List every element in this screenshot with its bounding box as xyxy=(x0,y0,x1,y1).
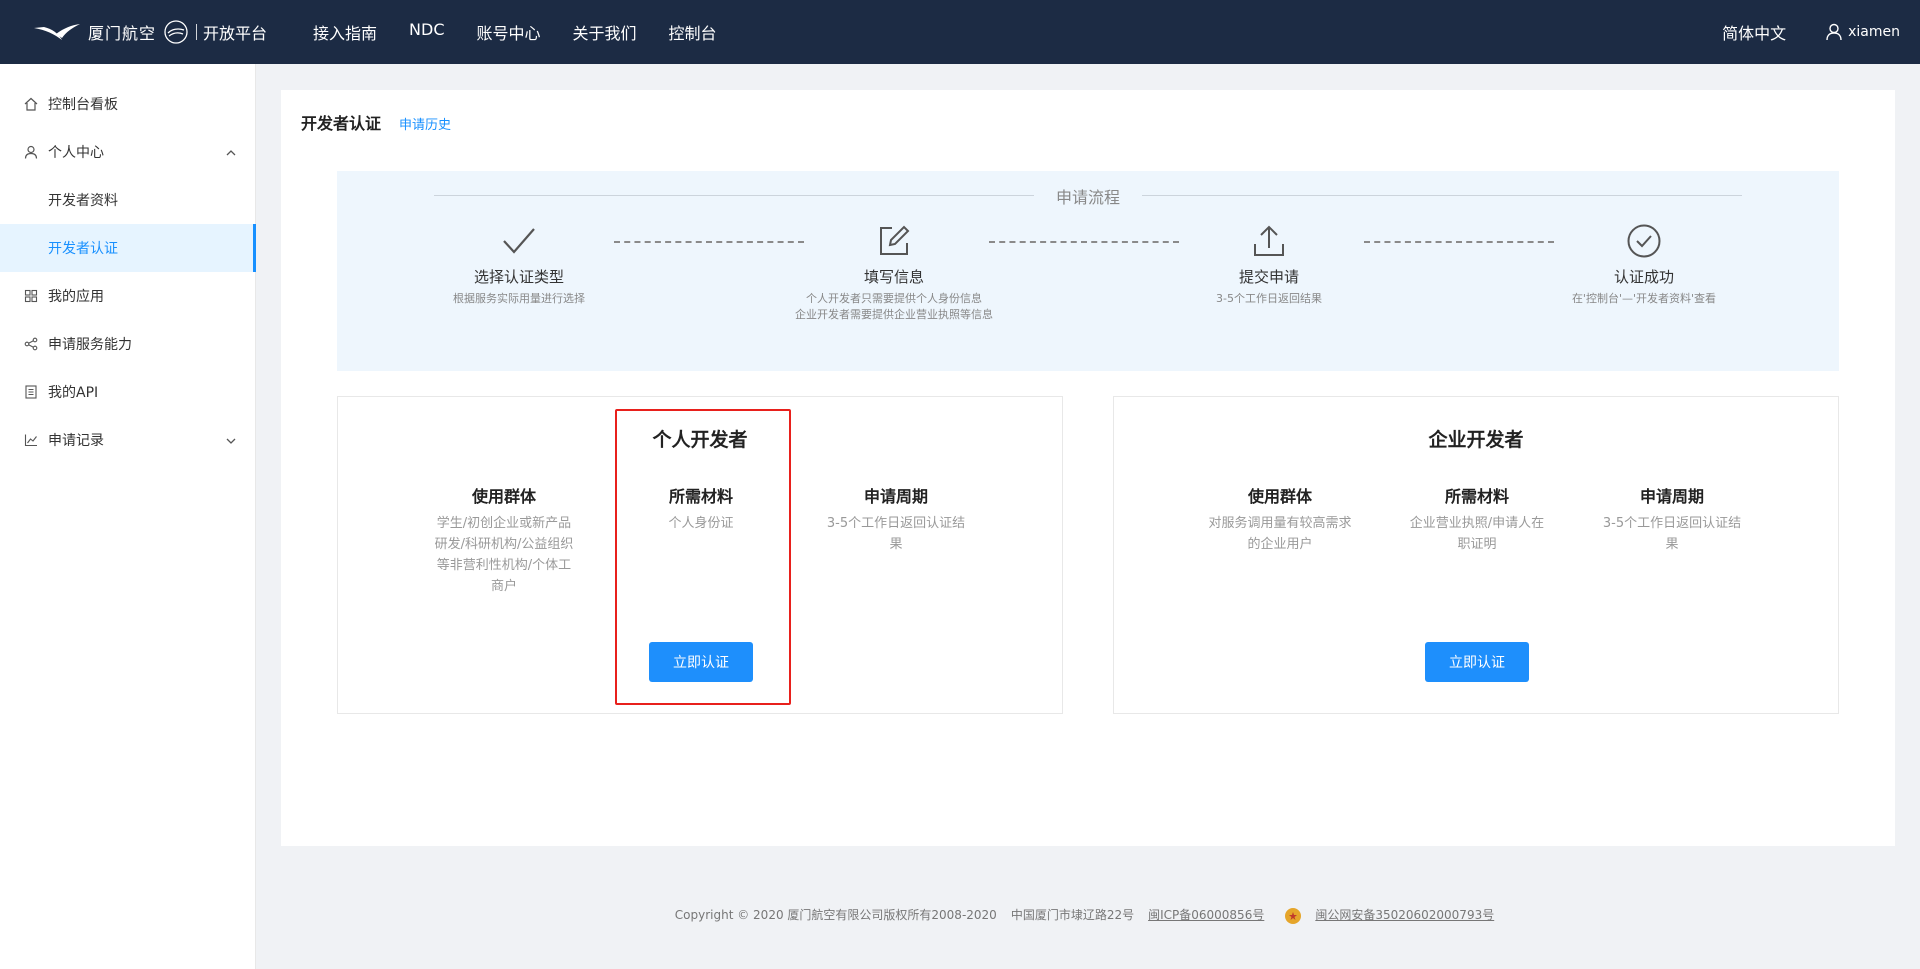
police-record[interactable]: 闽公网安备35020602000793号 xyxy=(1278,906,1501,924)
process-step-select-type: 选择认证类型 根据服务实际用量进行选择 xyxy=(389,221,649,307)
process-step-fill-info: 填写信息 个人开发者只需要提供个人身份信息 企业开发者需要提供企业营业执照等信息 xyxy=(764,221,1024,323)
chart-icon xyxy=(24,433,38,447)
required-materials-column: 所需材料 个人身份证 xyxy=(621,483,781,534)
check-circle-icon xyxy=(1514,221,1774,261)
application-period-column: 申请周期 3-5个工作日返回认证结 果 xyxy=(1592,483,1752,555)
step-name: 提交申请 xyxy=(1238,268,1299,286)
step-name: 认证成功 xyxy=(1613,268,1674,286)
application-history-link[interactable]: 申请历史 xyxy=(399,114,451,133)
main-panel: 开发者认证 申请历史 申请流程 选择认证类型 根据服务实际用量进行选择 填写信息… xyxy=(281,90,1895,846)
emblem-icon xyxy=(164,20,188,44)
card-title: 个人开发者 xyxy=(652,429,748,451)
column-value: 企业营业执照/申请人在 职证明 xyxy=(1409,516,1545,552)
sidebar-item-my-apps[interactable]: 我的应用 xyxy=(0,272,256,320)
police-badge-icon xyxy=(1285,907,1302,924)
enterprise-developer-card: 企业开发者 使用群体 对服务调用量有较高需求 的企业用户 所需材料 企业营业执照… xyxy=(1113,396,1839,714)
sidebar-item-my-api[interactable]: 我的API xyxy=(0,368,256,416)
sidebar-item-label: 个人中心 xyxy=(48,145,104,161)
column-header: 使用群体 xyxy=(1247,487,1312,506)
step-name: 填写信息 xyxy=(863,268,924,286)
page-header: 开发者认证 申请历史 xyxy=(301,110,451,134)
sidebar-item-label: 我的应用 xyxy=(48,289,104,305)
step-description: 根据服务实际用量进行选择 xyxy=(453,292,585,305)
page-title: 开发者认证 xyxy=(301,114,382,133)
sidebar-item-label: 我的API xyxy=(48,385,99,401)
column-header: 申请周期 xyxy=(1639,487,1704,506)
personal-certify-button[interactable]: 立即认证 xyxy=(649,642,753,682)
column-value: 3-5个工作日返回认证结 果 xyxy=(1602,516,1742,552)
nav-ndc[interactable]: NDC xyxy=(409,20,444,44)
share-icon xyxy=(24,337,38,351)
sidebar-item-dashboard[interactable]: 控制台看板 xyxy=(0,80,256,128)
column-header: 申请周期 xyxy=(863,487,928,506)
process-title: 申请流程 xyxy=(1055,188,1120,207)
column-header: 所需材料 xyxy=(1444,487,1509,506)
language-switch[interactable]: 简体中文 xyxy=(1722,20,1786,44)
user-group-column: 使用群体 学生/初创企业或新产品 研发/科研机构/公益组织 等非营利性机构/个体… xyxy=(424,483,584,597)
process-step-submit: 提交申请 3-5个工作日返回结果 xyxy=(1139,221,1399,307)
sidebar-item-developer-profile[interactable]: 开发者资料 xyxy=(0,176,256,224)
username: xiamen xyxy=(1848,24,1900,40)
logo[interactable]: 厦门航空 开放平台 xyxy=(32,0,267,64)
document-icon xyxy=(24,385,38,399)
user-menu[interactable]: xiamen xyxy=(1826,23,1900,41)
sidebar: 控制台看板 个人中心 开发者资料 开发者认证 我的应用 申请服务能力 我的API xyxy=(0,64,256,969)
top-header: 厦门航空 开放平台 接入指南 NDC 账号中心 关于我们 控制台 简体中文 xi… xyxy=(0,0,1920,64)
airline-logo-icon xyxy=(34,24,80,40)
logo-separator xyxy=(196,24,198,40)
enterprise-certify-button[interactable]: 立即认证 xyxy=(1425,642,1529,682)
step-description: 在'控制台'—'开发者资料'查看 xyxy=(1571,292,1717,305)
footer: Copyright © 2020 厦门航空有限公司版权所有2008-2020 中… xyxy=(256,906,1920,924)
copyright: Copyright © 2020 厦门航空有限公司版权所有2008-2020 xyxy=(674,908,997,923)
header-right: 简体中文 xiamen xyxy=(1722,0,1900,64)
nav-about-us[interactable]: 关于我们 xyxy=(573,20,637,44)
required-materials-column: 所需材料 企业营业执照/申请人在 职证明 xyxy=(1397,483,1557,555)
upload-icon xyxy=(1139,221,1399,261)
application-period-column: 申请周期 3-5个工作日返回认证结 果 xyxy=(816,483,976,555)
police-record-link[interactable]: 闽公网安备35020602000793号 xyxy=(1315,908,1494,922)
nav-access-guide[interactable]: 接入指南 xyxy=(313,20,377,44)
personal-developer-card: 个人开发者 使用群体 学生/初创企业或新产品 研发/科研机构/公益组织 等非营利… xyxy=(337,396,1063,714)
platform-name: 开放平台 xyxy=(203,24,268,43)
edit-icon xyxy=(764,221,1024,261)
sidebar-item-label: 控制台看板 xyxy=(48,97,118,113)
user-icon xyxy=(1826,23,1842,41)
step-name: 选择认证类型 xyxy=(473,268,564,286)
chevron-down-icon xyxy=(226,433,236,447)
sidebar-item-personal-center[interactable]: 个人中心 xyxy=(0,128,256,176)
user-group-column: 使用群体 对服务调用量有较高需求 的企业用户 xyxy=(1200,483,1360,555)
sidebar-item-label: 开发者资料 xyxy=(48,193,118,209)
process-step-success: 认证成功 在'控制台'—'开发者资料'查看 xyxy=(1514,221,1774,307)
column-header: 使用群体 xyxy=(471,487,536,506)
sidebar-item-application-records[interactable]: 申请记录 xyxy=(0,416,256,464)
logo-text: 厦门航空 xyxy=(88,24,157,43)
application-process: 申请流程 选择认证类型 根据服务实际用量进行选择 填写信息 个人开发者只需要提供… xyxy=(337,171,1839,371)
nav-account-center[interactable]: 账号中心 xyxy=(477,20,541,44)
sidebar-item-label: 开发者认证 xyxy=(48,241,118,257)
sidebar-item-label: 申请记录 xyxy=(48,433,104,449)
home-icon xyxy=(24,97,38,111)
column-value: 对服务调用量有较高需求 的企业用户 xyxy=(1208,516,1352,552)
step-description: 个人开发者只需要提供个人身份信息 企业开发者需要提供企业营业执照等信息 xyxy=(795,292,993,321)
check-icon xyxy=(389,221,649,261)
nav-console[interactable]: 控制台 xyxy=(669,20,717,44)
address: 中国厦门市埭辽路22号 xyxy=(1010,908,1135,923)
user-icon xyxy=(24,145,38,159)
main-nav: 接入指南 NDC 账号中心 关于我们 控制台 xyxy=(313,20,749,44)
icp-link[interactable]: 闽ICP备06000856号 xyxy=(1148,906,1264,923)
sidebar-item-developer-certification[interactable]: 开发者认证 xyxy=(0,224,256,272)
column-value: 学生/初创企业或新产品 研发/科研机构/公益组织 等非营利性机构/个体工 商户 xyxy=(434,516,574,594)
column-header: 所需材料 xyxy=(668,487,733,506)
column-value: 3-5个工作日返回认证结 果 xyxy=(826,516,966,552)
column-value: 个人身份证 xyxy=(668,516,734,531)
step-description: 3-5个工作日返回结果 xyxy=(1216,292,1322,305)
sidebar-item-label: 申请服务能力 xyxy=(48,337,132,353)
sidebar-item-apply-service[interactable]: 申请服务能力 xyxy=(0,320,256,368)
chevron-up-icon xyxy=(226,145,236,159)
apps-icon xyxy=(24,289,38,303)
card-title: 企业开发者 xyxy=(1428,429,1524,451)
